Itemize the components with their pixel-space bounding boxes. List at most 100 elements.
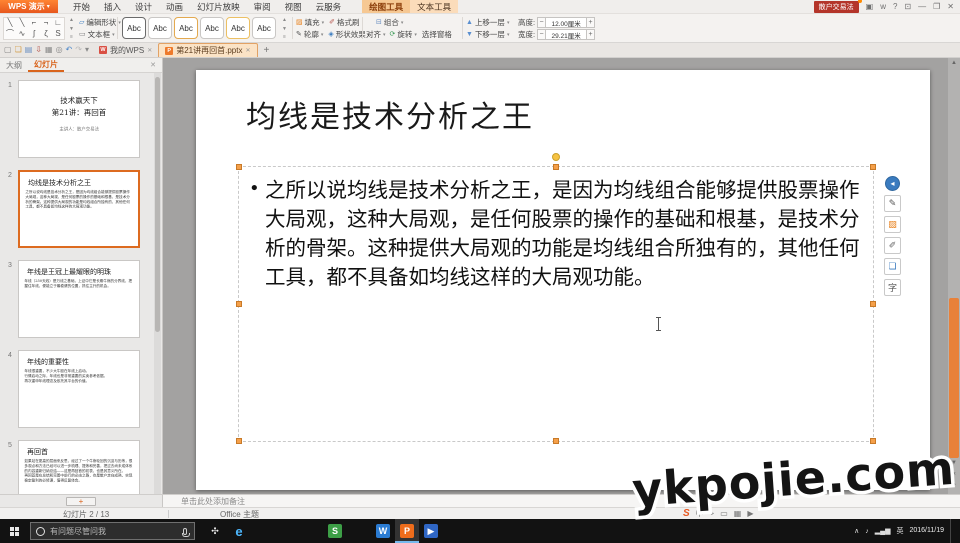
shape-icon[interactable]: ⌒ bbox=[4, 28, 16, 40]
taskbar-app-green-icon[interactable] bbox=[299, 519, 323, 543]
redo-icon[interactable]: ↷ bbox=[75, 46, 82, 54]
show-desktop-button[interactable] bbox=[950, 519, 954, 543]
shape-icon[interactable]: ╲ bbox=[16, 18, 28, 28]
scroll-up-icon[interactable]: ▲ bbox=[948, 60, 960, 66]
slide-thumbnail[interactable]: 再回首 如果站在更高的层面来反思，经过了一个牛熊轮回的沉淀与历练，很多观点和方法… bbox=[18, 440, 140, 494]
slide-thumbnail[interactable]: 年线是王冠上最耀眼的明珠 年线（250天线）是万线之基础，上证中它是长期牛熊的分… bbox=[18, 260, 140, 338]
taskbar-app-player-icon[interactable]: ▶ bbox=[419, 519, 443, 543]
vertical-scrollbar[interactable]: ▲ ▼ « » bbox=[948, 58, 960, 494]
bring-forward-button[interactable]: ▲ 上移一层 ▾ bbox=[466, 17, 514, 28]
skin-icon[interactable]: ▣ bbox=[866, 3, 874, 11]
new-icon[interactable]: ▢ bbox=[4, 46, 12, 54]
send-backward-button[interactable]: ▼ 下移一层 ▾ bbox=[466, 29, 514, 40]
scroll-up-icon[interactable]: ▲ bbox=[282, 17, 287, 23]
slide-thumbnail[interactable]: 技术赢天下 第21讲：再回首 主讲人：散户交易法 bbox=[18, 80, 140, 158]
fill-color-icon[interactable]: ▨ bbox=[884, 216, 901, 233]
tab-document[interactable]: P 第21讲再回首.pptx ✕ bbox=[158, 43, 257, 57]
slide-canvas[interactable]: 均线是技术分析之王 之所以说均线是技术分析之王，是因为均线组合能够提供股票操作大… bbox=[196, 70, 930, 490]
width-value[interactable]: 29.21厘米 bbox=[546, 29, 586, 40]
account-button[interactable]: 散户交易法 bbox=[814, 1, 859, 13]
resize-handle-e[interactable] bbox=[870, 301, 876, 307]
shape-style-option[interactable]: Abc bbox=[174, 17, 198, 39]
taskbar-app-wps-writer-icon[interactable]: W bbox=[371, 519, 395, 543]
normal-view-icon[interactable]: ▭ bbox=[720, 510, 728, 518]
more-icon[interactable]: ▾ bbox=[85, 46, 89, 54]
shape-icon[interactable]: ¬ bbox=[40, 18, 52, 28]
scroll-down-icon[interactable]: ▼ bbox=[69, 26, 74, 32]
menu-tab[interactable]: 绘图工具 bbox=[362, 0, 410, 13]
width-increase-button[interactable]: + bbox=[586, 29, 595, 40]
height-increase-button[interactable]: + bbox=[586, 17, 595, 28]
shape-icon[interactable]: ∟ bbox=[52, 18, 64, 28]
start-button[interactable] bbox=[0, 519, 28, 543]
taskbar-app-store-icon[interactable] bbox=[251, 519, 275, 543]
scroll-down-icon[interactable]: ▼ bbox=[282, 26, 287, 32]
slide-thumbnail[interactable]: 均线是技术分析之王 之所以说均线是技术分析之王，是因为均线组合能够提供股票操作大… bbox=[18, 170, 140, 248]
align-button[interactable]: 对齐 bbox=[366, 29, 381, 40]
shape-icon[interactable]: ╲ bbox=[4, 18, 16, 28]
resize-handle-sw[interactable] bbox=[236, 438, 242, 444]
close-icon[interactable]: ✕ bbox=[150, 61, 162, 69]
microphone-icon[interactable] bbox=[183, 528, 187, 535]
taskbar-app-wps-show-icon[interactable]: P bbox=[395, 519, 419, 543]
shape-icon[interactable]: ʃ bbox=[28, 28, 40, 40]
shape-icon[interactable]: S bbox=[52, 28, 64, 40]
panel-scrollbar[interactable] bbox=[154, 73, 161, 494]
vip-icon[interactable]: w bbox=[880, 3, 886, 11]
close-icon[interactable]: ✕ bbox=[245, 47, 250, 54]
resize-handle-w[interactable] bbox=[236, 301, 242, 307]
menu-tab[interactable]: 动画 bbox=[159, 0, 190, 13]
group-button[interactable]: 组合 bbox=[384, 17, 399, 28]
sorter-view-icon[interactable]: ▦ bbox=[734, 510, 742, 518]
taskbar-app-edge-icon[interactable]: e bbox=[227, 519, 251, 543]
toolbar-layout-icon[interactable]: ⊡ bbox=[904, 3, 911, 11]
shape-icon[interactable]: ζ bbox=[40, 28, 52, 40]
print-icon[interactable]: ▦ bbox=[45, 46, 53, 54]
tray-input-icon[interactable]: 英 bbox=[896, 528, 903, 535]
resize-handle-nw[interactable] bbox=[236, 164, 242, 170]
rotate-handle[interactable] bbox=[552, 153, 560, 161]
gallery-more-icon[interactable]: ≡ bbox=[283, 34, 286, 40]
taskbar-app-pinwheel-icon[interactable]: ✣ bbox=[203, 519, 227, 543]
width-decrease-button[interactable]: − bbox=[537, 29, 546, 40]
shape-gallery[interactable]: ╲╲⌐¬∟⌒∿ʃζS bbox=[3, 17, 65, 40]
close-icon[interactable]: ✕ bbox=[147, 47, 152, 54]
style-gallery-scroll[interactable]: ▲ ▼ ≡ bbox=[280, 17, 289, 40]
resize-handle-ne[interactable] bbox=[870, 164, 876, 170]
resize-handle-s[interactable] bbox=[553, 438, 559, 444]
menu-tab[interactable]: 幻灯片放映 bbox=[190, 0, 247, 13]
resize-handle-se[interactable] bbox=[870, 438, 876, 444]
open-icon[interactable]: ❏ bbox=[15, 46, 22, 54]
slide-thumbnail[interactable]: 年线的重要性 年线很重要，不少大牛股在年线上启动。 行情启动之际，年线也是非常重… bbox=[18, 350, 140, 428]
tab-my-wps[interactable]: W 我的WPS ✕ bbox=[93, 43, 158, 57]
shape-icon[interactable]: ∿ bbox=[16, 28, 28, 40]
resize-handle-n[interactable] bbox=[553, 164, 559, 170]
play-icon[interactable]: ▶ bbox=[747, 510, 753, 518]
preview-icon[interactable]: ◎ bbox=[56, 46, 63, 54]
taskbar-search[interactable]: 有问题尽管问我 bbox=[30, 522, 195, 540]
format-painter-button[interactable]: 格式刷 bbox=[337, 17, 360, 28]
menu-tab[interactable]: 插入 bbox=[97, 0, 128, 13]
taskbar-app-s-icon[interactable]: S bbox=[323, 519, 347, 543]
menu-tab[interactable]: 视图 bbox=[278, 0, 309, 13]
tab-outline[interactable]: 大纲 bbox=[0, 58, 28, 72]
height-value[interactable]: 12.00厘米 bbox=[546, 17, 586, 28]
new-tab-button[interactable]: + bbox=[258, 43, 276, 57]
shape-gallery-scroll[interactable]: ▲ ▼ ≡ bbox=[67, 17, 76, 40]
shape-style-option[interactable]: Abc bbox=[226, 17, 250, 39]
menu-tab[interactable]: 云服务 bbox=[309, 0, 349, 13]
outline-color-icon[interactable]: ✐ bbox=[884, 237, 901, 254]
shape-style-option[interactable]: Abc bbox=[148, 17, 172, 39]
restore-icon[interactable]: ❐ bbox=[933, 3, 940, 11]
text-settings-icon[interactable]: 字 bbox=[884, 279, 901, 296]
tray-volume-icon[interactable]: ♪ bbox=[865, 528, 869, 535]
taskbar-app-explorer-icon[interactable] bbox=[275, 519, 299, 543]
shape-style-option[interactable]: Abc bbox=[200, 17, 224, 39]
new-slide-button[interactable]: + bbox=[66, 497, 96, 506]
scroll-up-icon[interactable]: ▲ bbox=[69, 17, 74, 23]
app-logo[interactable]: WPS 演示 ▾ bbox=[0, 0, 58, 13]
fill-button[interactable]: 填充 bbox=[305, 17, 320, 28]
slide-title-text[interactable]: 均线是技术分析之王 bbox=[246, 92, 534, 136]
slide-body-text[interactable]: 之所以说均线是技术分析之王，是因为均线组合能够提供股票操作大局观，这种大局观，是… bbox=[265, 176, 877, 292]
collapse-icon[interactable]: ◂ bbox=[885, 176, 900, 191]
